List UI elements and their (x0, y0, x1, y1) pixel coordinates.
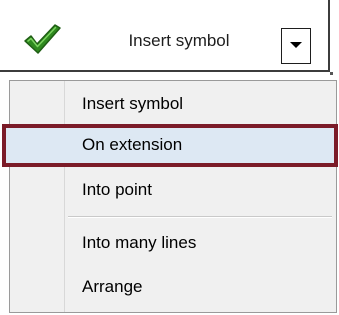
menu-item-label: Arrange (82, 277, 143, 296)
menu-item-into-many-lines[interactable]: Into many lines (10, 223, 336, 263)
menu-item-insert-symbol[interactable]: Insert symbol (10, 84, 336, 124)
menu-item-arrange[interactable]: Arrange (10, 267, 336, 307)
menu-separator (68, 216, 332, 218)
menu-item-label: Into point (82, 180, 152, 199)
insert-symbol-menu: Insert symbol On extension Into point In… (2, 80, 338, 313)
menu-item-label: Into many lines (82, 233, 197, 252)
chevron-down-icon (290, 42, 302, 48)
menu-item-label: Insert symbol (82, 94, 184, 113)
dropdown-toggle-button[interactable] (281, 28, 311, 64)
insert-symbol-split-button[interactable]: Insert symbol (0, 0, 330, 72)
menu-item-label: On extension (82, 135, 183, 154)
insert-symbol-control: Insert symbol Insert symbol On extension… (0, 0, 339, 315)
menu-item-into-point[interactable]: Into point (10, 170, 336, 210)
check-icon (24, 24, 61, 54)
split-button-label[interactable]: Insert symbol (74, 0, 284, 72)
menu-item-on-extension[interactable]: On extension (2, 124, 338, 167)
divider-dot (330, 72, 333, 75)
